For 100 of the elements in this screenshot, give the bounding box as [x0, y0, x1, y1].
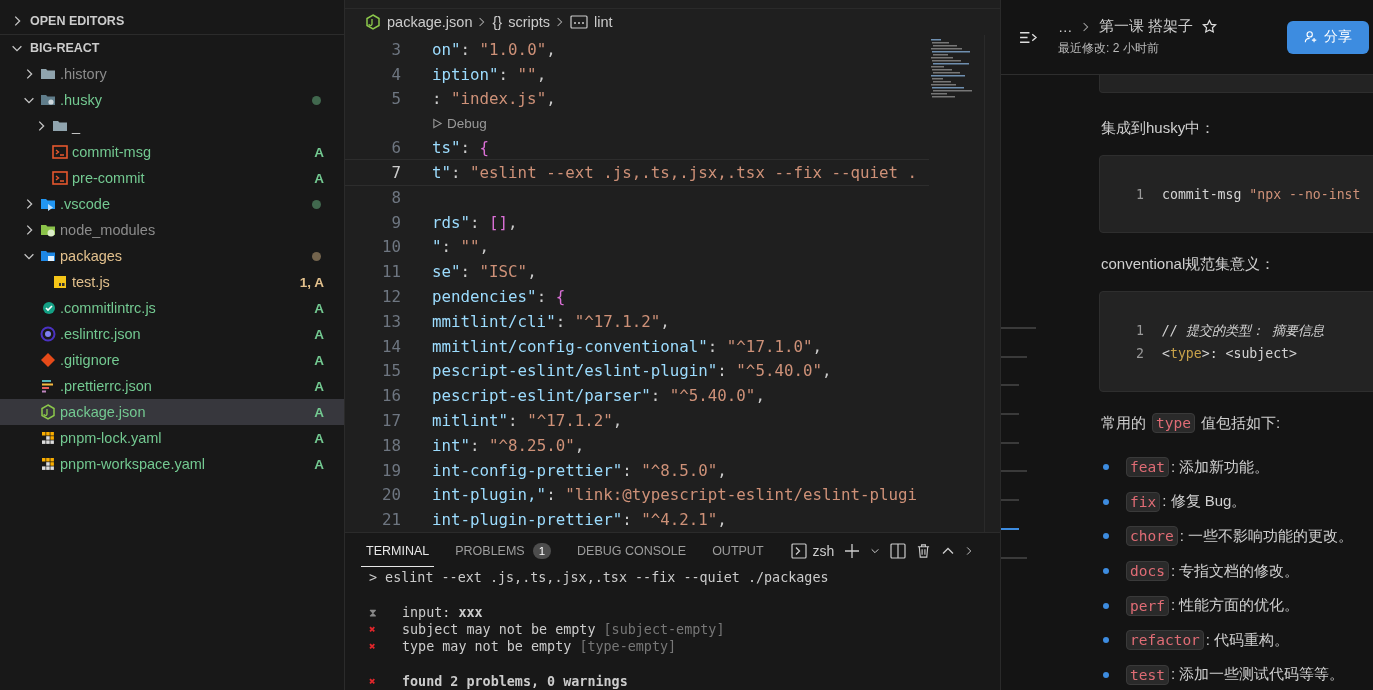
tree-item[interactable]: .gitignore A [0, 347, 344, 373]
code-line: rds": [], [432, 212, 518, 232]
list-bullet [1103, 637, 1109, 644]
git-status: A [314, 170, 324, 186]
file-name: node_modules [60, 222, 157, 238]
list-item-text: : 添加新功能。 [1170, 457, 1270, 477]
line-number: 12 [380, 287, 401, 307]
tree-item[interactable]: pnpm-lock.yaml A [0, 425, 344, 451]
minimap-drawing [929, 37, 975, 101]
js-file-icon [52, 274, 68, 290]
terminal-icon [52, 170, 68, 186]
code-line: int-config-prettier": "^8.5.0", [432, 460, 727, 480]
breadcrumb-item[interactable]: scripts [508, 14, 551, 30]
inline-code: type [1152, 413, 1195, 433]
inline-code: chore [1126, 526, 1178, 547]
hourglass-mark: ⧗ [369, 605, 378, 619]
tree-item[interactable]: .vscode [0, 191, 344, 217]
panel-tab[interactable]: DEBUG CONSOLE [572, 534, 692, 568]
code-line: <type>: <subject> [1162, 346, 1297, 361]
file-name: _ [72, 118, 82, 134]
chevron-right-icon [556, 16, 565, 28]
debug-link[interactable]: Debug [447, 115, 487, 131]
outline-mark[interactable] [1001, 527, 1019, 530]
tree-item[interactable]: .eslintrc.json A [0, 321, 344, 347]
inline-code: docs [1126, 561, 1169, 582]
list-bullet [1103, 533, 1109, 540]
breadcrumb-item[interactable]: package.json [387, 14, 473, 30]
tree-item[interactable]: commit-msg A [0, 139, 344, 165]
git-status: A [314, 378, 324, 394]
tree-item[interactable]: .history [0, 61, 344, 87]
line-number: 10 [380, 237, 401, 257]
panel-tab[interactable]: PROBLEMS 1 [450, 533, 557, 569]
terminal-line: type may not be empty [type-empty] [402, 639, 677, 655]
chevron-right-icon [478, 16, 487, 28]
line-number: 5 [390, 89, 401, 109]
code-line: // 提交的类型： 摘要信息 [1162, 321, 1324, 340]
grid-icon [40, 430, 56, 446]
paragraph-text: 值包括如下: [1200, 413, 1281, 433]
file-name: .gitignore [60, 352, 121, 368]
git-status: A [314, 430, 324, 446]
list-bullet [1103, 568, 1109, 575]
terminal-line: subject may not be empty [subject-empty] [402, 621, 725, 637]
terminal-line: > eslint --ext .js,.ts,.jsx,.tsx --fix --quiet ./packages [369, 570, 829, 586]
folder-icon [40, 196, 56, 212]
section-header[interactable]: BIG-REACT [28, 41, 100, 55]
split-icon[interactable] [890, 542, 907, 559]
tree-item[interactable]: packages [0, 243, 344, 269]
page-title: 第一课 搭架子 [1098, 17, 1193, 36]
paragraph-text: 常用的 [1101, 413, 1146, 433]
section-header[interactable]: OPEN EDITORS [28, 14, 125, 28]
line-number: 1 [1136, 323, 1145, 338]
code-line: se": "ISC", [432, 262, 537, 282]
tree-item[interactable]: node_modules [0, 217, 344, 243]
play-icon [432, 117, 443, 129]
file-name: .history [60, 66, 108, 82]
trash-icon[interactable] [916, 542, 932, 559]
file-name: pre-commit [72, 170, 146, 186]
check-circle-icon [40, 300, 56, 316]
file-name: package.json [60, 404, 147, 420]
file-name: commit-msg [72, 144, 152, 160]
inline-code: test [1126, 664, 1169, 685]
line-number: 15 [380, 361, 401, 381]
line-number: 3 [390, 39, 401, 59]
panel-tab[interactable]: OUTPUT [707, 534, 769, 568]
terminal-icon [790, 542, 807, 559]
paragraph-text: conventional规范集意义： [1101, 254, 1276, 274]
code-line: int-plugin,": "link:@typescript-eslint/eslint-plugi [432, 485, 918, 505]
tree-item[interactable]: .husky [0, 87, 344, 113]
error-mark: ✖ [369, 622, 377, 636]
star-icon[interactable] [1201, 19, 1217, 34]
panel-tab[interactable]: TERMINAL [361, 534, 435, 568]
terminal-line: found 2 problems, 0 warnings [402, 673, 628, 689]
tree-item[interactable]: package.json A [0, 399, 344, 425]
plus-icon[interactable] [844, 542, 861, 559]
code-line: ": "", [432, 237, 490, 257]
diamond-icon [40, 352, 56, 368]
tree-item[interactable]: .commitlintrc.js A [0, 295, 344, 321]
more-link[interactable]: … [1058, 18, 1073, 35]
list-item-text: : 一些不影响功能的更改。 [1179, 527, 1353, 546]
file-name: .eslintrc.json [60, 326, 142, 342]
breadcrumb-item[interactable]: lint [594, 14, 613, 30]
menu-icon[interactable] [1019, 29, 1038, 45]
folder-icon [52, 118, 68, 134]
code-line: mmitlint/cli": "^17.1.2", [432, 311, 670, 331]
code-line: pescript-eslint/eslint-plugin": "^5.40.0", [432, 361, 832, 381]
shell-name[interactable]: zsh [812, 542, 835, 559]
braces-icon: {} [492, 14, 503, 30]
tree-item[interactable]: _ [0, 113, 344, 139]
tree-item[interactable]: test.js 1, A [0, 269, 344, 295]
code-line: t": "eslint --ext .js,.ts,.jsx,.tsx --fix --quiet . [432, 163, 918, 183]
tree-item[interactable]: .prettierrc.json A [0, 373, 344, 399]
terminal-line: input: xxx [402, 604, 483, 620]
file-name: pnpm-lock.yaml [60, 430, 163, 446]
tree-item[interactable]: pre-commit A [0, 165, 344, 191]
list-bullet [1103, 498, 1109, 505]
line-number: 17 [380, 411, 401, 431]
inline-code: perf [1126, 595, 1169, 616]
line-number: 9 [390, 212, 401, 232]
list-item-text: : 性能方面的优化。 [1170, 596, 1300, 616]
tree-item[interactable]: pnpm-workspace.yaml A [0, 451, 344, 477]
